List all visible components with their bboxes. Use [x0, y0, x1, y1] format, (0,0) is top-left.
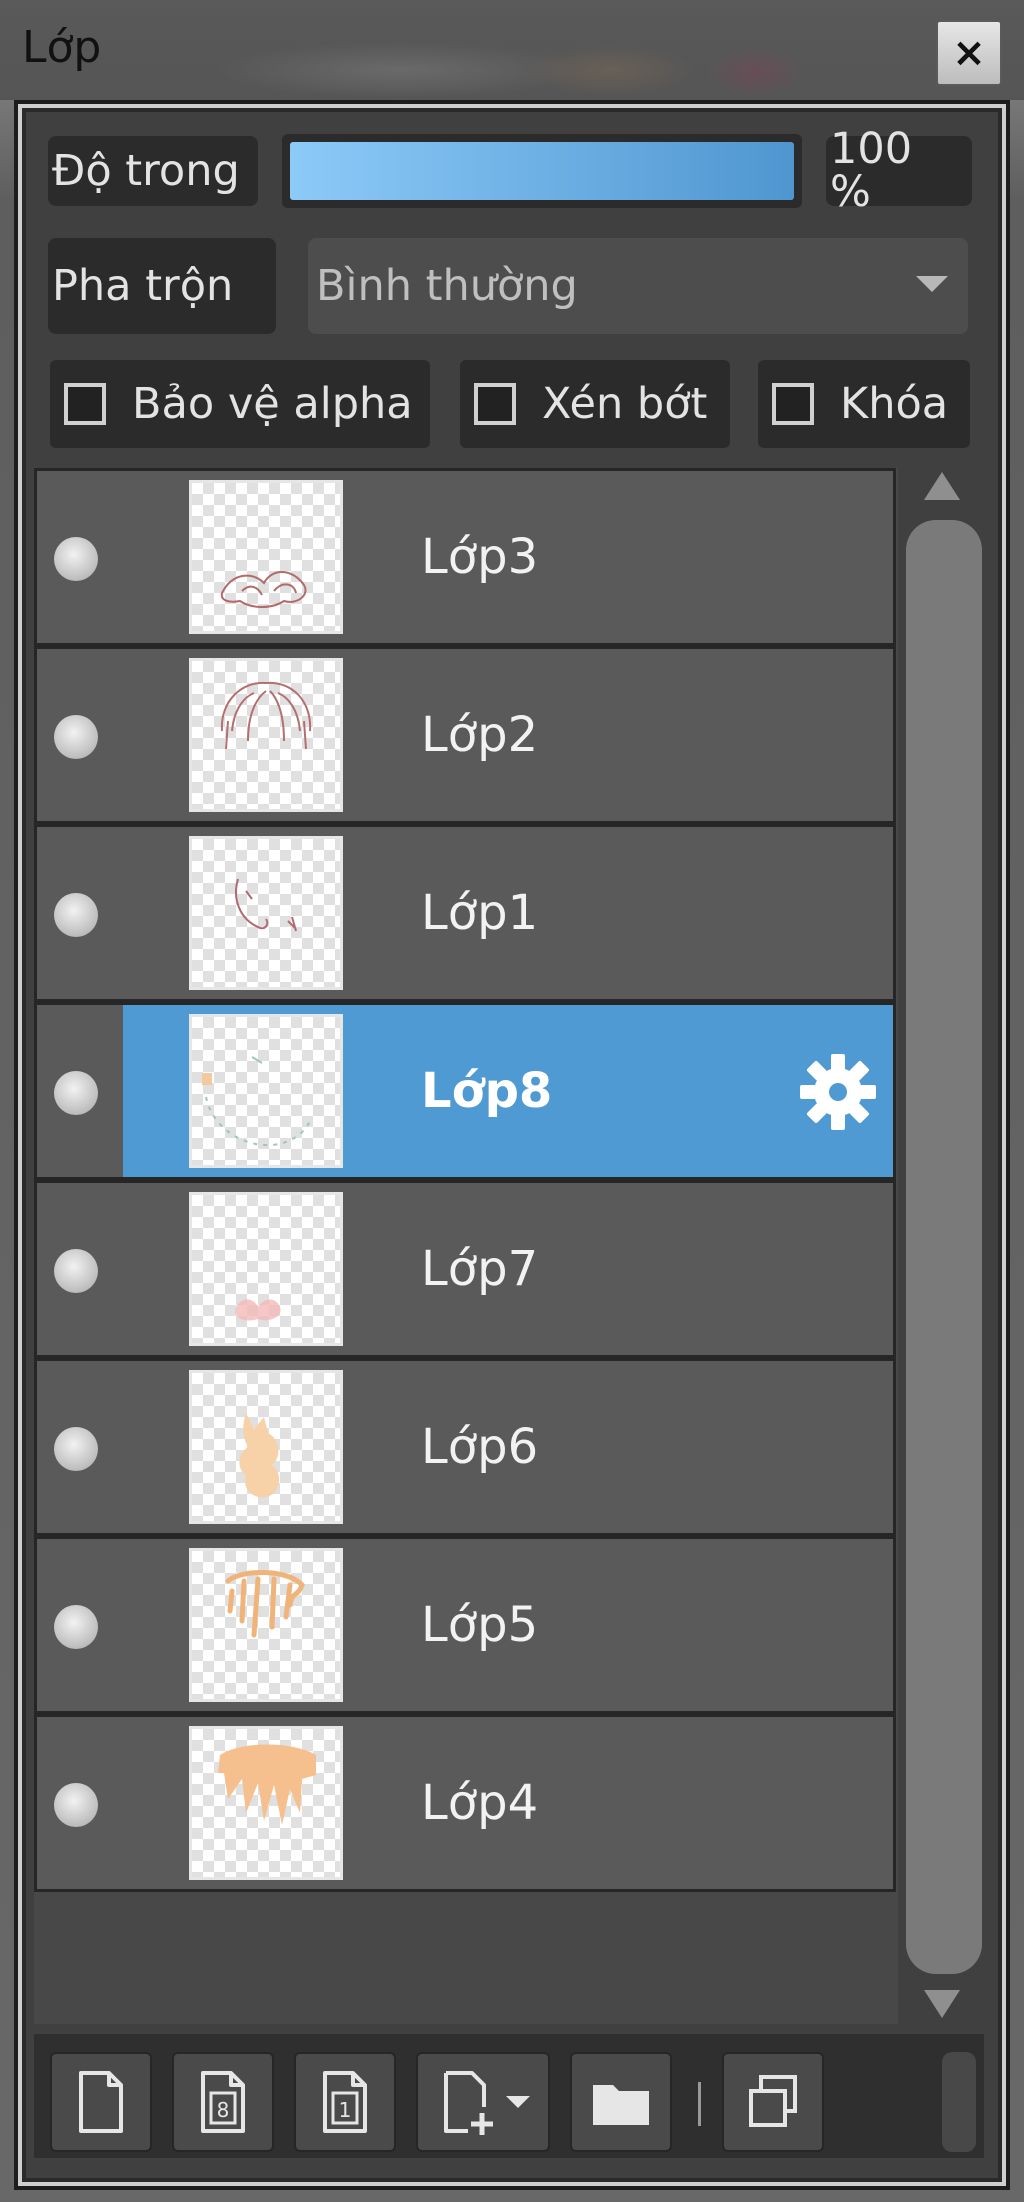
new-1bit-layer-button[interactable]: 1	[294, 2052, 396, 2152]
opacity-label: Độ trong	[48, 136, 258, 206]
layer-thumbnail	[189, 1726, 343, 1880]
visibility-icon[interactable]	[54, 893, 98, 937]
scrollbar-thumb[interactable]	[906, 520, 982, 1974]
svg-text:1: 1	[339, 2098, 352, 2122]
opacity-slider[interactable]	[282, 134, 802, 208]
layer-name: Lớp3	[421, 529, 539, 585]
svg-text:8: 8	[217, 2098, 230, 2122]
new-1bit-layer-icon: 1	[323, 2071, 367, 2133]
duplicate-layer-icon	[749, 2075, 797, 2127]
layer-row[interactable]: Lớp4	[34, 1714, 896, 1892]
new-8bit-layer-icon: 8	[201, 2071, 245, 2133]
add-layer-dropdown-button[interactable]	[416, 2052, 550, 2152]
lock-toggle[interactable]: Khóa	[758, 360, 970, 448]
layer-name: Lớp5	[421, 1597, 539, 1653]
lock-checkbox[interactable]	[772, 383, 814, 425]
window-title: Lớp	[22, 22, 102, 73]
clipping-label: Xén bớt	[542, 379, 708, 429]
duplicate-layer-button[interactable]	[722, 2052, 824, 2152]
close-button[interactable]: ×	[936, 20, 1002, 86]
layer-thumbnail	[189, 658, 343, 812]
blend-mode-select[interactable]: Bình thường	[308, 238, 968, 334]
layer-row[interactable]: Lớp6	[34, 1358, 896, 1536]
close-icon: ×	[952, 30, 986, 76]
layer-name: Lớp4	[421, 1775, 539, 1831]
add-layer-dropdown-icon	[444, 2071, 493, 2135]
lock-label: Khóa	[840, 379, 949, 429]
visibility-icon[interactable]	[54, 1605, 98, 1649]
visibility-icon[interactable]	[54, 1427, 98, 1471]
layer-name: Lớp1	[421, 885, 539, 941]
layer-name: Lớp6	[421, 1419, 539, 1475]
title-bar[interactable]: Lớp ×	[0, 0, 1024, 100]
layer-thumbnail	[189, 1192, 343, 1346]
layer-thumbnail	[189, 480, 343, 634]
new-layer-button[interactable]	[50, 2052, 152, 2152]
toolbar-divider	[698, 2082, 701, 2126]
new-8bit-layer-button[interactable]: 8	[172, 2052, 274, 2152]
visibility-icon[interactable]	[54, 1249, 98, 1293]
layer-thumbnail	[189, 1014, 343, 1168]
clipping-checkbox[interactable]	[474, 383, 516, 425]
layer-name: Lớp8	[421, 1063, 553, 1119]
toolbar-scroll-grip[interactable]	[942, 2052, 976, 2152]
layer-thumbnail	[189, 1370, 343, 1524]
gear-icon[interactable]	[797, 1051, 879, 1133]
new-folder-button[interactable]	[570, 2052, 672, 2152]
visibility-icon[interactable]	[54, 1071, 98, 1115]
opacity-value: 100 %	[826, 128, 972, 214]
layer-name: Lớp2	[421, 707, 539, 763]
chevron-down-icon	[916, 276, 948, 292]
layer-row[interactable]: Lớp5	[34, 1536, 896, 1714]
new-layer-icon	[79, 2071, 123, 2133]
alpha-protect-label: Bảo vệ alpha	[132, 379, 413, 429]
scroll-up-arrow-icon[interactable]	[924, 472, 960, 500]
visibility-icon[interactable]	[54, 537, 98, 581]
opacity-slider-fill	[290, 142, 794, 200]
layer-list[interactable]: Lớp3 Lớp2 Lớp1 Lớp8 Lớp7 Lớp6 Lớp5 Lớp4	[34, 468, 898, 2024]
visibility-icon[interactable]	[54, 715, 98, 759]
layer-row[interactable]: Lớp7	[34, 1180, 896, 1358]
layer-thumbnail	[189, 1548, 343, 1702]
layer-row[interactable]: Lớp2	[34, 646, 896, 824]
layer-row[interactable]: Lớp3	[34, 468, 896, 646]
blend-mode-value: Bình thường	[316, 261, 578, 311]
clipping-toggle[interactable]: Xén bớt	[460, 360, 730, 448]
chevron-down-icon	[506, 2096, 530, 2108]
visibility-icon[interactable]	[54, 1783, 98, 1827]
alpha-protect-checkbox[interactable]	[64, 383, 106, 425]
alpha-protect-toggle[interactable]: Bảo vệ alpha	[50, 360, 430, 448]
scroll-down-arrow-icon[interactable]	[924, 1990, 960, 2018]
folder-icon	[593, 2085, 649, 2125]
layer-name: Lớp7	[421, 1241, 539, 1297]
layer-row-selected[interactable]: Lớp8	[34, 1002, 896, 1180]
blend-label: Pha trộn	[48, 238, 276, 334]
layer-row[interactable]: Lớp1	[34, 824, 896, 1002]
layer-thumbnail	[189, 836, 343, 990]
